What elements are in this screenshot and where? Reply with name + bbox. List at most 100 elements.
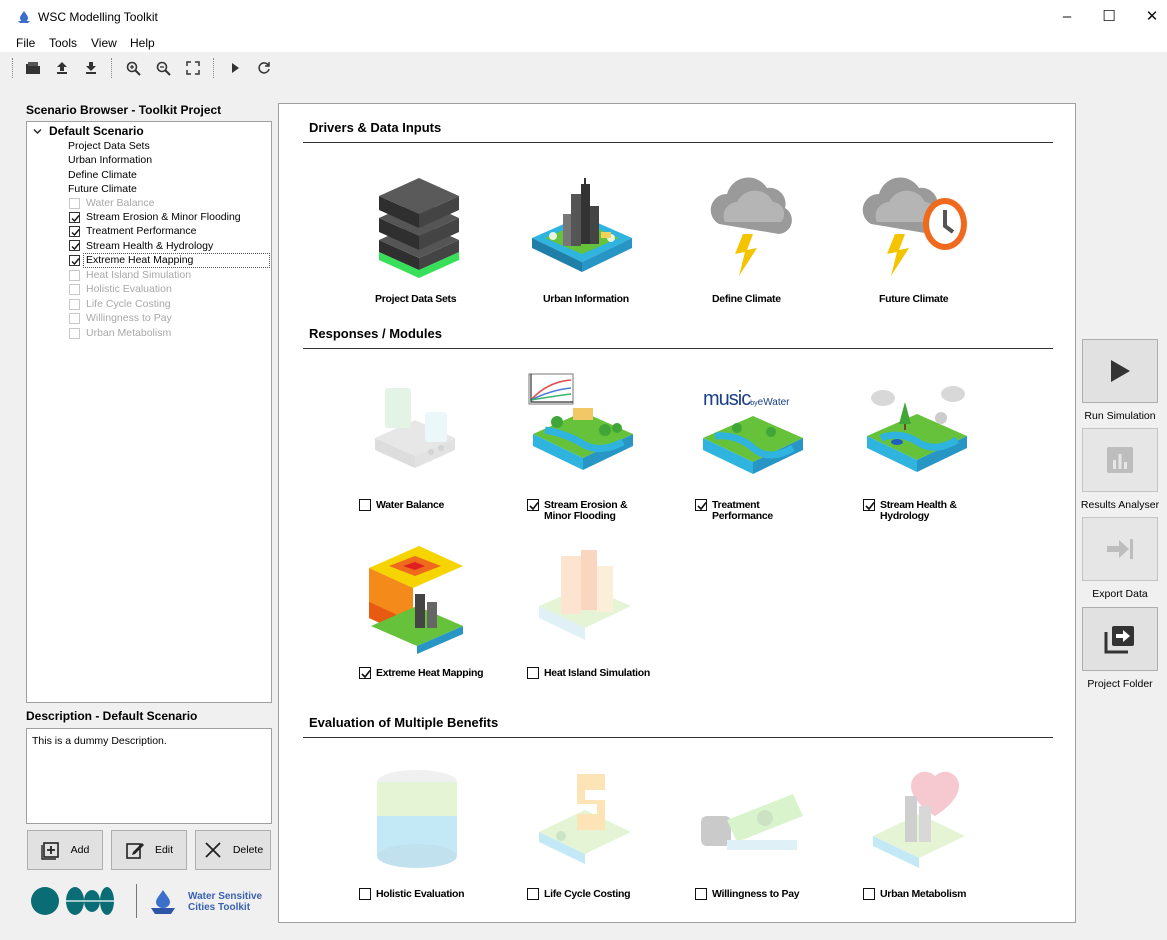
project-folder-button[interactable]	[1082, 607, 1158, 671]
tree-root-default-scenario[interactable]: Default Scenario	[49, 124, 144, 138]
section-divider	[303, 142, 1053, 143]
heat-island-icon	[539, 550, 631, 640]
edit-icon	[126, 843, 144, 859]
tile-label-stream-health: Stream Health & Hydrology	[880, 500, 957, 522]
tile-label-define-climate: Define Climate	[712, 293, 781, 305]
tree-item-extreme-heat[interactable]: Extreme Heat Mapping	[86, 254, 193, 266]
checkbox-water-balance[interactable]	[359, 499, 371, 511]
tile-label-holistic-evaluation: Holistic Evaluation	[376, 888, 465, 900]
edit-button[interactable]: Edit	[111, 830, 187, 870]
app-logo-icon	[18, 11, 30, 23]
run-simulation-button[interactable]	[1082, 339, 1158, 403]
tree-checkbox-extreme-heat[interactable]	[69, 255, 80, 266]
tile-label-stream-health-line2: Hydrology	[880, 510, 930, 522]
download-icon[interactable]	[81, 58, 101, 78]
delete-button[interactable]: Delete	[195, 830, 271, 870]
results-analyser-button[interactable]	[1082, 428, 1158, 492]
city-block-icon[interactable]	[527, 176, 637, 286]
open-folder-icon[interactable]	[23, 58, 43, 78]
export-data-button[interactable]	[1082, 517, 1158, 581]
bar-chart-icon	[1107, 447, 1133, 473]
toolbar-separator	[111, 58, 112, 78]
scenario-tree[interactable]: Default Scenario Project Data Sets Urban…	[26, 121, 272, 703]
logo-divider	[136, 884, 137, 918]
tree-item-willingness-to-pay: Willingness to Pay	[86, 312, 172, 324]
treatment-performance-icon[interactable]	[697, 404, 809, 488]
tree-item-stream-health[interactable]: Stream Health & Hydrology	[86, 240, 213, 252]
maximize-button[interactable]: ☐	[1087, 4, 1131, 30]
checkbox-urban-metabolism[interactable]	[863, 888, 875, 900]
zoom-out-icon[interactable]	[153, 58, 173, 78]
evaluation-section-title: Evaluation of Multiple Benefits	[309, 715, 499, 730]
urban-metabolism-icon	[873, 771, 965, 868]
tile-label-project-data-sets: Project Data Sets	[375, 293, 457, 305]
checkbox-extreme-heat[interactable]	[359, 667, 371, 679]
chevron-down-icon[interactable]	[33, 127, 42, 136]
description-title: Description - Default Scenario	[26, 709, 198, 723]
checkbox-stream-health[interactable]	[863, 499, 875, 511]
checkbox-willingness-to-pay[interactable]	[695, 888, 707, 900]
section-divider	[303, 737, 1053, 738]
tree-item-treatment-performance[interactable]: Treatment Performance	[86, 225, 197, 237]
tree-checkbox-life-cycle-costing	[69, 299, 80, 310]
export-data-label: Export Data	[1092, 588, 1148, 600]
delete-button-label: Delete	[232, 844, 264, 856]
water-balance-icon	[375, 388, 455, 468]
future-climate-icon[interactable]	[861, 172, 973, 282]
checkbox-heat-island[interactable]	[527, 667, 539, 679]
zoom-in-icon[interactable]	[123, 58, 143, 78]
toolbar	[0, 52, 1167, 84]
export-arrow-icon	[1107, 539, 1133, 559]
tree-item-heat-island: Heat Island Simulation	[86, 269, 192, 281]
checkbox-treatment-performance[interactable]	[695, 499, 707, 511]
add-icon	[40, 842, 59, 860]
upload-icon[interactable]	[52, 58, 72, 78]
edit-button-label: Edit	[154, 844, 174, 856]
minimize-button[interactable]: –	[1045, 4, 1089, 30]
tree-item-urban-metabolism: Urban Metabolism	[86, 327, 172, 339]
fit-view-icon[interactable]	[183, 58, 203, 78]
section-divider	[303, 348, 1053, 349]
add-button[interactable]: Add	[27, 830, 103, 870]
tree-checkbox-treatment-performance[interactable]	[69, 226, 80, 237]
checkbox-holistic-evaluation[interactable]	[359, 888, 371, 900]
tree-item-stream-erosion[interactable]: Stream Erosion & Minor Flooding	[86, 211, 241, 223]
tree-item-define-climate[interactable]: Define Climate	[68, 169, 137, 181]
tree-checkbox-willingness-to-pay	[69, 313, 80, 324]
tree-item-project-data-sets[interactable]: Project Data Sets	[68, 140, 150, 152]
checkbox-stream-erosion[interactable]	[527, 499, 539, 511]
menu-help[interactable]: Help	[130, 36, 155, 50]
tree-item-urban-information[interactable]: Urban Information	[68, 154, 152, 166]
responses-section-title: Responses / Modules	[309, 326, 442, 341]
delete-icon	[205, 842, 221, 858]
brand-line1: Water Sensitive	[188, 891, 263, 902]
play-icon[interactable]	[225, 58, 245, 78]
results-analyser-label: Results Analyser	[1080, 499, 1160, 511]
checkbox-life-cycle-costing[interactable]	[527, 888, 539, 900]
tree-checkbox-stream-health[interactable]	[69, 240, 80, 251]
drivers-section-title: Drivers & Data Inputs	[309, 120, 442, 135]
tree-item-holistic-evaluation: Holistic Evaluation	[86, 283, 172, 295]
stream-health-icon[interactable]	[861, 380, 973, 486]
server-stack-icon[interactable]	[369, 170, 469, 280]
storm-cloud-icon[interactable]	[705, 172, 795, 282]
tile-label-life-cycle-costing: Life Cycle Costing	[544, 888, 631, 900]
tree-checkbox-holistic-evaluation	[69, 284, 80, 295]
menu-file[interactable]: File	[16, 36, 35, 50]
window-title: WSC Modelling Toolkit	[38, 10, 158, 24]
description-textbox[interactable]: This is a dummy Description.	[26, 728, 272, 824]
tile-label-water-balance: Water Balance	[376, 499, 445, 511]
refresh-icon[interactable]	[254, 58, 274, 78]
tree-item-future-climate[interactable]: Future Climate	[68, 183, 137, 195]
tile-label-treatment-performance: Treatment Performance	[712, 500, 773, 522]
toolbar-grip	[12, 58, 13, 78]
brand-text: Water Sensitive Cities Toolkit	[188, 891, 262, 913]
menu-view[interactable]: View	[91, 36, 117, 50]
tree-item-water-balance: Water Balance	[86, 197, 155, 209]
stream-erosion-icon[interactable]	[527, 372, 639, 486]
menu-tools[interactable]: Tools	[49, 36, 77, 50]
close-button[interactable]: ✕	[1130, 4, 1167, 30]
tree-checkbox-stream-erosion[interactable]	[69, 212, 80, 223]
extreme-heat-icon[interactable]	[363, 542, 469, 654]
tile-label-future-climate: Future Climate	[879, 293, 949, 305]
